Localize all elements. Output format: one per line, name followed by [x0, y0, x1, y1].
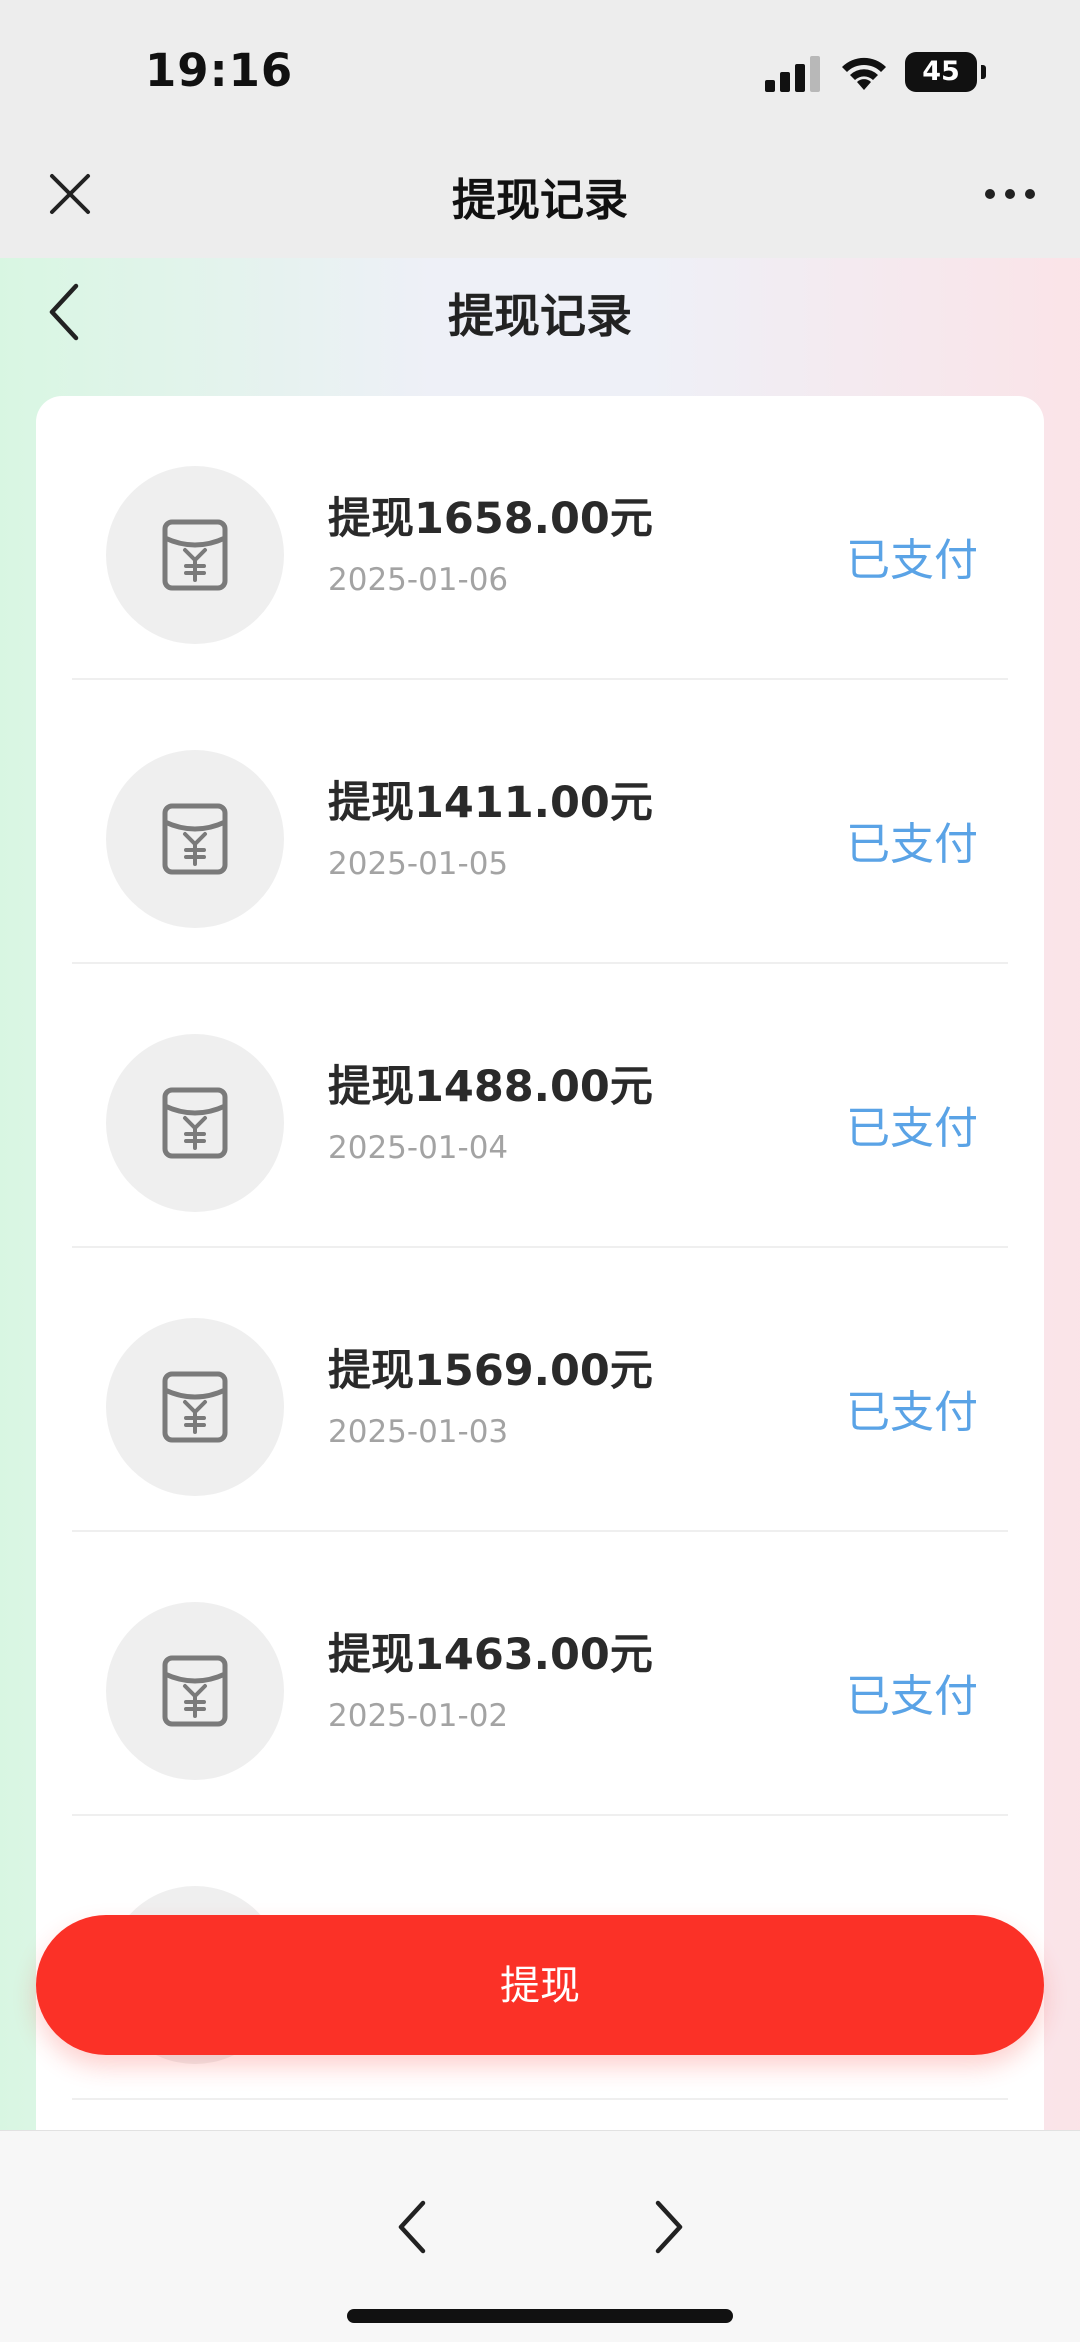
- chevron-right-icon[interactable]: [640, 2191, 696, 2263]
- more-options-icon[interactable]: [980, 176, 1040, 212]
- red-envelope-icon: [162, 1087, 228, 1159]
- red-envelope-icon: [162, 1371, 228, 1443]
- battery-tip: [981, 65, 986, 79]
- red-envelope-icon-wrap: [106, 1602, 284, 1780]
- record-status: 已支付: [846, 535, 978, 586]
- record-date: 2025-01-02: [328, 1698, 509, 1734]
- chevron-left-icon[interactable]: [385, 2191, 441, 2263]
- battery-icon: 45: [905, 52, 986, 92]
- row-divider: [72, 2098, 1008, 2100]
- wifi-icon: [842, 57, 886, 90]
- red-envelope-icon: [162, 803, 228, 875]
- red-envelope-icon-wrap: [106, 1318, 284, 1496]
- record-status: 已支付: [846, 1671, 978, 1722]
- record-amount: 提现1569.00元: [328, 1346, 653, 1396]
- red-envelope-icon-wrap: [106, 1034, 284, 1212]
- webview-title: 提现记录: [452, 175, 628, 226]
- record-status: 已支付: [846, 819, 978, 870]
- list-item[interactable]: 提现1488.00元 2025-01-04 已支付: [36, 964, 1044, 1248]
- record-date: 2025-01-06: [328, 562, 509, 598]
- withdraw-button-wrap: 提现: [36, 1915, 1044, 2055]
- record-amount: 提现1488.00元: [328, 1062, 653, 1112]
- status-time: 19:16: [145, 44, 294, 97]
- page-header: 提现记录: [0, 258, 1080, 368]
- battery-level: 45: [905, 52, 977, 92]
- red-envelope-icon: [162, 1655, 228, 1727]
- withdraw-button[interactable]: 提现: [36, 1915, 1044, 2055]
- back-arrow-icon[interactable]: [40, 278, 90, 346]
- list-item[interactable]: 提现1569.00元 2025-01-03 已支付: [36, 1248, 1044, 1532]
- record-amount: 提现1411.00元: [328, 778, 653, 828]
- list-item[interactable]: 提现1463.00元 2025-01-02 已支付: [36, 1532, 1044, 1816]
- home-indicator[interactable]: [347, 2309, 733, 2323]
- list-item[interactable]: 提现1411.00元 2025-01-05 已支付: [36, 680, 1044, 964]
- record-status: 已支付: [846, 1103, 978, 1154]
- list-item[interactable]: 提现1658.00元 2025-01-06 已支付: [36, 396, 1044, 680]
- record-date: 2025-01-05: [328, 846, 509, 882]
- page-title: 提现记录: [448, 289, 632, 343]
- status-bar: 19:16 45: [0, 0, 1080, 140]
- webview-top-nav: 提现记录: [0, 140, 1080, 258]
- close-icon[interactable]: [44, 168, 96, 220]
- browser-bottom-bar: [0, 2130, 1080, 2342]
- red-envelope-icon: [162, 519, 228, 591]
- red-envelope-icon-wrap: [106, 750, 284, 928]
- record-date: 2025-01-03: [328, 1414, 509, 1450]
- withdrawal-record-list: 提现1658.00元 2025-01-06 已支付 提现1411.00元 202…: [36, 396, 1044, 2130]
- record-status: 已支付: [846, 1387, 978, 1438]
- record-date: 2025-01-04: [328, 1130, 509, 1166]
- cellular-signal-icon: [765, 56, 820, 92]
- record-amount: 提现1463.00元: [328, 1630, 653, 1680]
- red-envelope-icon-wrap: [106, 466, 284, 644]
- record-amount: 提现1658.00元: [328, 494, 653, 544]
